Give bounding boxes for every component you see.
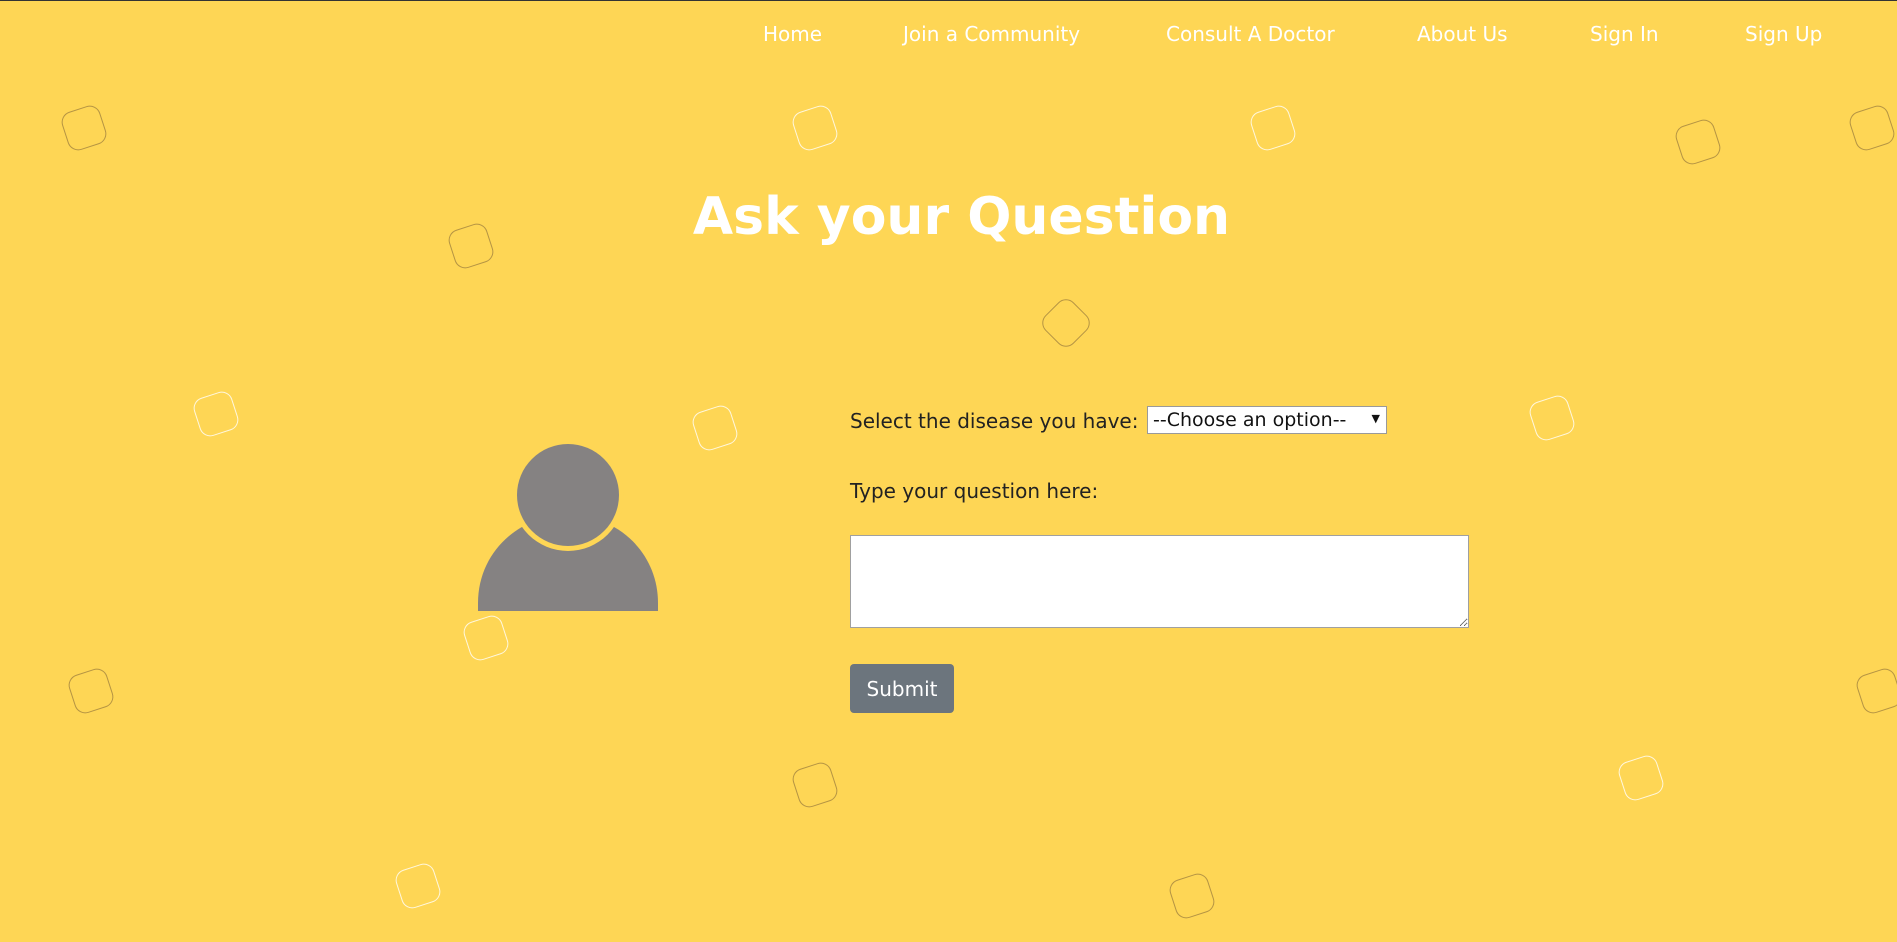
decorative-square <box>1672 116 1724 168</box>
decorative-square <box>1853 665 1897 717</box>
question-textarea[interactable] <box>850 535 1469 628</box>
decorative-square <box>1615 752 1667 804</box>
submit-button[interactable]: Submit <box>850 664 954 713</box>
question-label: Type your question here: <box>850 479 1099 503</box>
decorative-square <box>789 759 841 811</box>
user-silhouette-icon <box>478 439 658 613</box>
page-title: Ask your Question <box>692 187 1231 247</box>
top-navigation: Home Join a Community Consult A Doctor A… <box>0 1 1897 67</box>
nav-sign-up-link[interactable]: Sign Up <box>1745 22 1822 46</box>
decorative-square <box>1526 392 1578 444</box>
decorative-square <box>689 402 741 454</box>
decorative-square <box>1247 102 1299 154</box>
decorative-square <box>392 860 444 912</box>
decorative-square <box>1166 870 1218 922</box>
decorative-square <box>65 665 117 717</box>
nav-home-link[interactable]: Home <box>763 22 822 46</box>
decorative-square <box>1037 294 1095 352</box>
decorative-square <box>1846 102 1897 154</box>
disease-select-value: --Choose an option-- <box>1153 409 1347 431</box>
nav-about-us-link[interactable]: About Us <box>1417 22 1508 46</box>
decorative-square <box>190 388 242 440</box>
caret-down-icon: ▼ <box>1371 412 1380 425</box>
nav-sign-in-link[interactable]: Sign In <box>1590 22 1659 46</box>
decorative-square <box>789 102 841 154</box>
decorative-square <box>58 102 110 154</box>
nav-join-community-link[interactable]: Join a Community <box>903 22 1080 46</box>
disease-select[interactable]: --Choose an option-- ▼ <box>1147 406 1387 434</box>
nav-consult-doctor-link[interactable]: Consult A Doctor <box>1166 22 1335 46</box>
decorative-square <box>460 612 512 664</box>
disease-select-label: Select the disease you have: <box>850 409 1139 433</box>
